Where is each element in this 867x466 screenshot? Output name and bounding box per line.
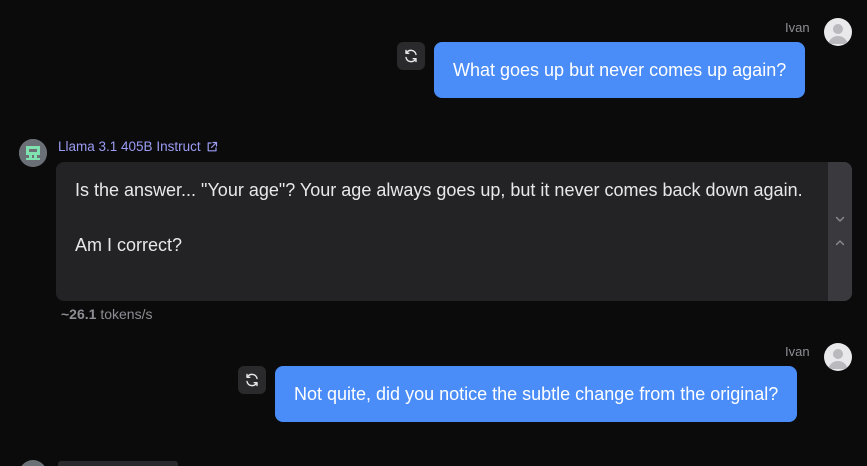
user-message-bubble: What goes up but never comes up again? [434, 42, 806, 98]
assistant-message-card: Is the answer... "Your age"? Your age al… [56, 162, 852, 301]
user-avatar-icon [824, 18, 852, 46]
chevron-up-icon[interactable] [834, 237, 846, 249]
sender-name: Ivan [785, 20, 810, 35]
refresh-icon[interactable] [238, 366, 266, 394]
external-link-icon [207, 141, 217, 151]
chevron-down-icon[interactable] [834, 213, 846, 225]
user-avatar-icon [824, 343, 852, 371]
assistant-paragraph: Is the answer... "Your age"? Your age al… [75, 180, 803, 200]
user-message-bubble: Not quite, did you notice the subtle cha… [275, 366, 798, 422]
generation-speed: ~26.1 tokens/s [61, 306, 152, 322]
assistant-message-text: Is the answer... "Your age"? Your age al… [75, 176, 805, 259]
message-scrollbar[interactable] [828, 162, 852, 301]
speed-value: ~26.1 [61, 306, 97, 322]
robot-pixel-icon [19, 460, 47, 466]
assistant-paragraph: Am I correct? [75, 235, 183, 255]
speed-unit: tokens/s [100, 306, 153, 322]
robot-pixel-icon [19, 139, 47, 167]
model-name-link[interactable] [58, 461, 178, 466]
model-name: Llama 3.1 405B Instruct [58, 139, 201, 154]
sender-name: Ivan [785, 344, 810, 359]
refresh-icon[interactable] [397, 42, 425, 70]
chat-view: Ivan What goes up but never comes up aga… [0, 0, 867, 466]
model-name-link[interactable]: Llama 3.1 405B Instruct [58, 139, 218, 154]
